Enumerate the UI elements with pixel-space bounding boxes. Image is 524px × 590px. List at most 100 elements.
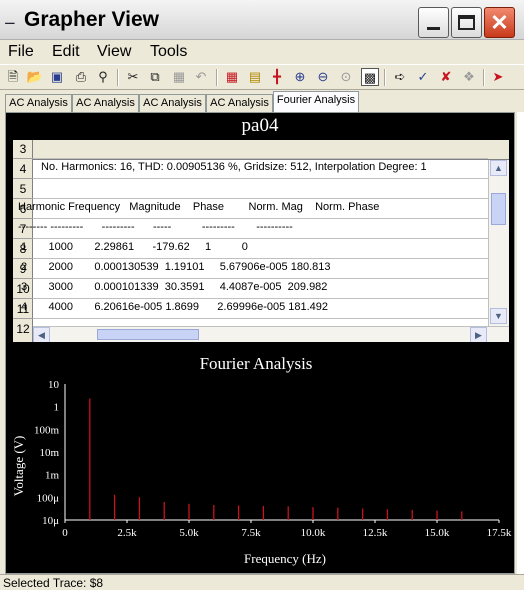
save-icon[interactable]: ▣	[48, 68, 66, 86]
table-row: No. Harmonics: 16, THD: 0.00905136 %, Gr…	[38, 161, 427, 173]
table-row: 4 4000 6.20616e-005 1.8699 2.69996e-005 …	[21, 301, 329, 313]
y-tick-label: 10μ	[42, 515, 59, 527]
tab-ac-analysis-3[interactable]: AC Analysis	[139, 94, 206, 113]
y-tick-label: 1	[54, 402, 60, 414]
x-tick-label: 0	[62, 527, 68, 539]
x-tick-label: 2.5k	[117, 527, 137, 539]
graph-page: pa04 3 4 5 6 7 8 9 10 11 12 No. Harmonics: 16, TH…	[5, 112, 515, 574]
chart-title: Fourier Analysis	[200, 354, 313, 373]
y-tick-label: 1m	[45, 470, 60, 482]
row-number: 5	[13, 178, 33, 198]
results-table[interactable]: 3 4 5 6 7 8 9 10 11 12 No. Harmonics: 16, THD: 0.…	[13, 140, 509, 342]
tab-fourier-analysis[interactable]: Fourier Analysis	[273, 91, 359, 113]
open-icon[interactable]: 📂	[26, 68, 44, 86]
menu-tools[interactable]: Tools	[150, 43, 187, 61]
cursor-icon[interactable]: ╋	[268, 68, 286, 86]
copy-icon[interactable]: ⧉	[146, 68, 164, 86]
toolbar-separator	[216, 69, 218, 86]
vertical-scrollbar[interactable]: ▲ ▼	[488, 160, 509, 326]
maximize-icon	[458, 15, 475, 30]
y-tick-label: 100μ	[37, 492, 60, 504]
fourier-chart: Fourier Analysis Frequency (Hz) Voltage …	[11, 354, 512, 566]
scroll-down-icon[interactable]: ▼	[490, 308, 507, 324]
table-row: 3 3000 0.000101339 30.3591 4.4087e-005 2…	[21, 281, 328, 293]
menu-file[interactable]: File	[8, 43, 34, 61]
toolbar-separator	[384, 69, 386, 86]
x-tick-label: 17.5k	[487, 527, 512, 539]
row-divider	[33, 298, 488, 299]
menu-edit[interactable]: Edit	[52, 43, 80, 61]
right-panel-edge	[517, 112, 524, 574]
row-divider	[33, 178, 488, 179]
tab-ac-analysis-4[interactable]: AC Analysis	[206, 94, 273, 113]
print-preview-icon[interactable]: ⚲	[94, 68, 112, 86]
row-divider	[33, 158, 488, 159]
maximize-button[interactable]	[451, 7, 482, 38]
paste-icon[interactable]: ▦	[170, 68, 188, 86]
cut-icon[interactable]: ✂	[124, 68, 142, 86]
table-row: 1 1000 2.29861 -179.62 1 0	[21, 241, 248, 253]
close-button[interactable]: ✕	[484, 7, 515, 38]
y-tick-label: 10	[48, 379, 60, 391]
menu-view[interactable]: View	[97, 43, 131, 61]
zoom-in-icon[interactable]: ⊕	[291, 68, 309, 86]
table-row: -------- --------- --------- ----- -----…	[18, 221, 293, 233]
row-number: 3	[13, 140, 33, 158]
undo-icon[interactable]: ↶	[192, 68, 210, 86]
scroll-up-icon[interactable]: ▲	[490, 160, 507, 176]
grapher-icon: ⚊	[4, 12, 16, 27]
x-tick-label: 15.0k	[425, 527, 450, 539]
x-tick-label: 12.5k	[363, 527, 388, 539]
row-divider	[33, 238, 488, 239]
zoom-out-icon[interactable]: ⊖	[314, 68, 332, 86]
minimize-icon	[427, 27, 440, 30]
menu-bar: File Edit View Tools	[0, 40, 524, 64]
export-icon[interactable]: ➤	[489, 68, 507, 86]
grid-icon[interactable]: ▦	[223, 68, 241, 86]
scroll-thumb-horizontal[interactable]	[97, 329, 199, 340]
black-background-icon[interactable]: ▩	[361, 68, 379, 86]
y-axis-label: Voltage (V)	[11, 436, 26, 497]
x-tick-label: 7.5k	[241, 527, 261, 539]
print-icon[interactable]: ⎙	[72, 68, 90, 86]
properties-icon[interactable]: ✓	[414, 68, 432, 86]
title-bar[interactable]: ⚊ Grapher View ✕	[0, 0, 524, 40]
row-number: 4	[13, 158, 33, 178]
row-divider	[33, 218, 488, 219]
delete-trace-icon[interactable]: ✘	[437, 68, 455, 86]
y-tick-label: 10m	[39, 447, 59, 459]
analysis-tabs: AC Analysis AC Analysis AC Analysis AC A…	[0, 91, 524, 113]
toolbar-separator	[117, 69, 119, 86]
x-tick-label: 10.0k	[301, 527, 326, 539]
row-divider	[33, 198, 488, 199]
analysis-title: pa04	[241, 115, 279, 136]
row-divider	[33, 258, 488, 259]
grapher-window: ⚊ Grapher View ✕ File Edit View Tools 🗎 …	[0, 0, 524, 590]
toolbar-separator	[483, 69, 485, 86]
new-icon[interactable]: 🗎	[4, 68, 22, 86]
row-divider	[33, 278, 488, 279]
table-column-header	[13, 140, 509, 160]
zoom-fit-icon[interactable]: ⊙	[337, 68, 355, 86]
status-bar: Selected Trace: $8	[0, 574, 524, 590]
status-text: Selected Trace: $8	[3, 576, 104, 590]
table-row: Harmonic Frequency Magnitude Phase Norm.…	[18, 201, 380, 213]
scroll-right-icon[interactable]: ▶	[470, 327, 487, 342]
minimize-button[interactable]	[418, 7, 449, 38]
x-axis-label: Frequency (Hz)	[244, 551, 326, 566]
tab-ac-analysis-1[interactable]: AC Analysis	[5, 94, 72, 113]
row-divider	[33, 318, 488, 319]
horizontal-scrollbar[interactable]: ◀ ▶	[33, 326, 509, 342]
row-number: 12	[13, 318, 33, 338]
legend-icon[interactable]: ▤	[246, 68, 264, 86]
scroll-left-icon[interactable]: ◀	[33, 327, 50, 342]
close-icon: ✕	[490, 9, 509, 35]
scroll-thumb[interactable]	[491, 193, 506, 225]
tab-ac-analysis-2[interactable]: AC Analysis	[72, 94, 139, 113]
y-tick-label: 100m	[34, 424, 60, 436]
window-title: Grapher View	[24, 8, 160, 31]
toolbar: 🗎 📂 ▣ ⎙ ⚲ ✂ ⧉ ▦ ↶ ▦ ▤ ╋ ⊕ ⊖ ⊙ ▩ ➪ ✓ ✘ ❖ …	[0, 64, 524, 90]
select-trace-icon[interactable]: ➪	[391, 68, 409, 86]
table-row: 2 2000 0.000130539 1.19101 5.67906e-005 …	[21, 261, 331, 273]
trace-options-icon[interactable]: ❖	[460, 68, 478, 86]
